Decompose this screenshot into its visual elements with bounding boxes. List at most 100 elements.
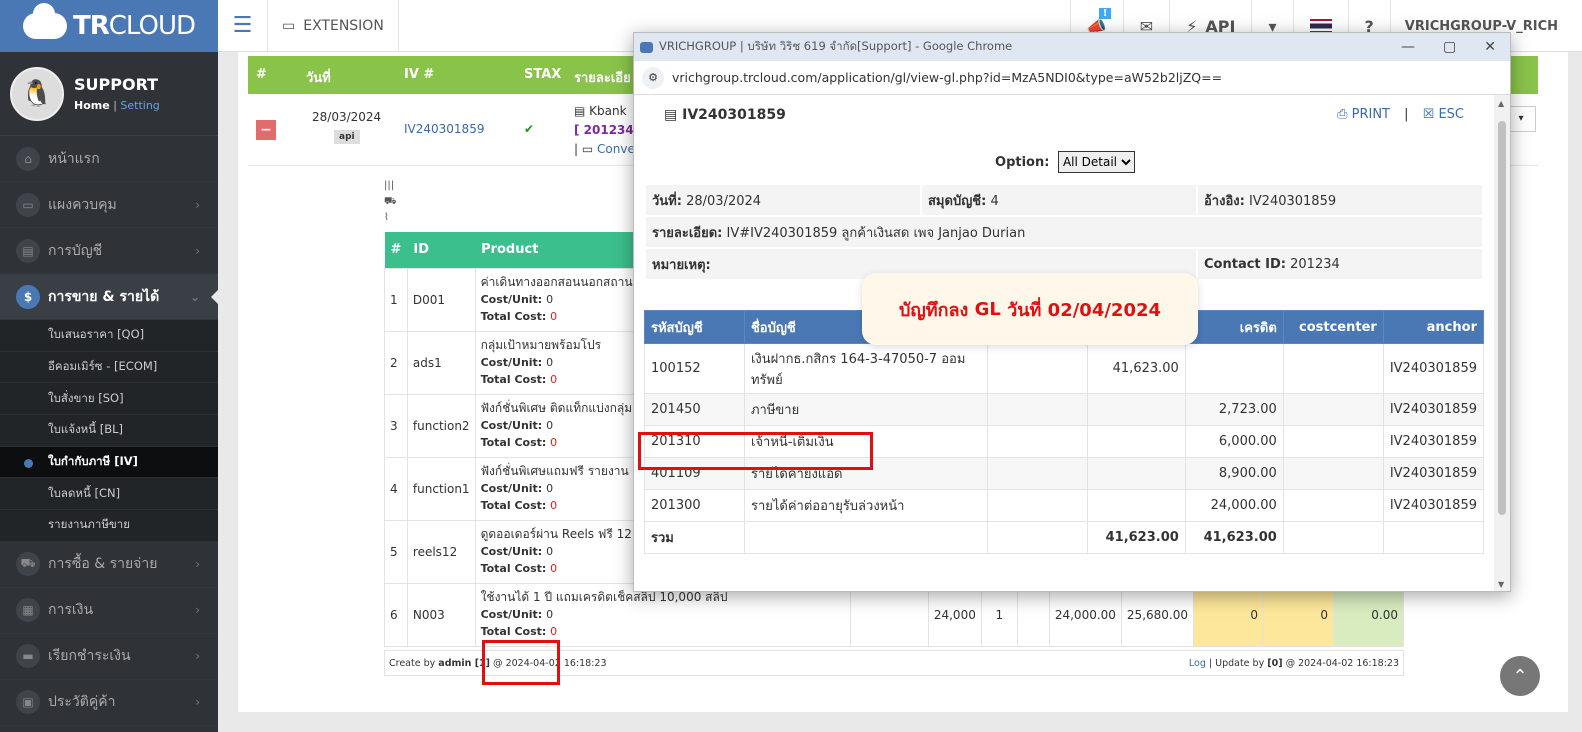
- sidebar-item-label: การซื้อ & รายจ่าย: [48, 556, 158, 573]
- gl-debit: [1086, 425, 1186, 458]
- callout-gl: GL: [974, 298, 1001, 320]
- api-badge: api: [334, 130, 360, 144]
- scroll-thumb[interactable]: [1498, 121, 1506, 515]
- sidebar-item-sales[interactable]: $ การขาย & รายได้ ⌄: [0, 274, 218, 320]
- th-anchor: anchor: [1382, 310, 1485, 344]
- profile-panel: 🐧 SUPPORT Home | Setting: [0, 52, 218, 136]
- submenu-item-bl[interactable]: ใบแจ้งหนี้ [BL]: [0, 415, 218, 447]
- scroll-down-icon[interactable]: ▼: [1498, 580, 1504, 589]
- scroll-up-icon[interactable]: ▲: [1498, 99, 1504, 108]
- cell-g: 0.00: [1333, 582, 1404, 647]
- truck-icon[interactable]: ⛟: [384, 194, 397, 210]
- gl-costcenter: [1282, 457, 1384, 490]
- update-user: [0]: [1267, 657, 1283, 669]
- update-at: @ 2024-04-02 16:18:23: [1285, 657, 1399, 669]
- esc-button[interactable]: ☒ ESC: [1423, 107, 1464, 122]
- app-root: TR CLOUD 🐧 SUPPORT Home | Setting ⌂ หน้าแร…: [0, 0, 1582, 732]
- dollar-icon: $: [16, 284, 40, 309]
- detail-label: รายละเอียด:: [652, 225, 723, 241]
- total-cost-value: 0: [550, 499, 558, 512]
- sidebar-item-accounting[interactable]: ▤ การบัญชี ›: [0, 228, 218, 274]
- barcode-icon[interactable]: |||: [384, 178, 397, 194]
- sidebar-item-partner-history[interactable]: ▣ ประวัติคู่ค้า ›: [0, 680, 218, 726]
- brand-name-bold: TR: [73, 11, 110, 41]
- product-id: D001: [406, 267, 476, 332]
- maximize-icon[interactable]: ▢: [1443, 39, 1456, 55]
- profile-info: SUPPORT Home | Setting: [74, 75, 160, 112]
- total-cost-value: 0: [550, 436, 558, 449]
- close-icon[interactable]: ✕: [1484, 39, 1496, 55]
- gl-cell-blank: [986, 343, 1088, 394]
- col-stax: STAX: [524, 67, 562, 82]
- sidebar-item-home[interactable]: ⌂ หน้าแรก: [0, 136, 218, 182]
- submenu-item-ecom[interactable]: อีคอมเมิร์ซ - [ECOM]: [0, 352, 218, 384]
- popup-scrollbar[interactable]: ▲ ▼: [1494, 95, 1510, 591]
- submenu-item-so[interactable]: ใบสั่งขาย [SO]: [0, 383, 218, 416]
- cell-blank: [1016, 582, 1050, 647]
- gl-debit: 41,623.00: [1086, 343, 1186, 394]
- paperclip-icon[interactable]: ⌇: [384, 210, 397, 226]
- sidebar-item-billing[interactable]: ▬ เรียกชำระเงิน ›: [0, 634, 218, 680]
- popup-titlebar: VRICHGROUP | บริษัท วิริช 619 จำกัด[Supp…: [634, 33, 1510, 61]
- info-date: วันที่: 28/03/2024: [644, 183, 922, 217]
- cell-amount-vat: 25,680.00: [1120, 582, 1195, 647]
- create-time: 16:18:23: [563, 657, 607, 669]
- home-icon: ⌂: [16, 146, 40, 171]
- submenu-item-sales-tax-report[interactable]: รายงานภาษีขาย: [0, 510, 218, 542]
- convert-link[interactable]: Conve: [597, 142, 635, 156]
- cart-icon: ⛟: [16, 552, 40, 577]
- gl-total-label: รวม: [644, 521, 745, 554]
- sidebar-item-purchase[interactable]: ⛟ การซื้อ & รายจ่าย ›: [0, 542, 218, 588]
- create-prefix: Create by: [389, 657, 436, 669]
- th-account-code: รหัสบัญชี: [644, 310, 745, 344]
- close-box-icon: ☒: [1422, 107, 1439, 122]
- brand-logo[interactable]: TR CLOUD: [0, 0, 218, 52]
- th-credit: เครดิต: [1184, 310, 1284, 344]
- avatar[interactable]: 🐧: [10, 66, 64, 121]
- row-iv-link[interactable]: IV240301859: [404, 122, 484, 136]
- popup-url[interactable]: vrichgroup.trcloud.com/application/gl/vi…: [672, 70, 1222, 85]
- gl-anchor: IV240301859: [1382, 343, 1485, 394]
- minimize-icon[interactable]: —: [1401, 39, 1415, 55]
- contact-value: 201234: [1290, 256, 1340, 272]
- notification-badge: !: [1098, 8, 1112, 19]
- log-link[interactable]: Log: [1189, 658, 1206, 669]
- submenu-item-iv[interactable]: ใบกำกับภาษี [IV]: [0, 446, 218, 479]
- ref-label: อ้างอิง:: [1204, 193, 1245, 209]
- site-info-icon[interactable]: ⚙: [642, 66, 664, 89]
- col-date: วันที่: [306, 71, 331, 86]
- gl-total-credit: 41,623.00: [1184, 521, 1284, 554]
- info-contact: Contact ID: 201234: [1196, 247, 1484, 281]
- gl-cell-blank: [986, 425, 1088, 458]
- date-value: 28/03/2024: [686, 193, 762, 209]
- sidebar-item-finance[interactable]: ▦ การเงิน ›: [0, 588, 218, 634]
- highlight-box-create-date: [482, 640, 560, 685]
- gl-credit: 8,900.00: [1184, 457, 1284, 490]
- submenu-item-qo[interactable]: ใบเสนอราคา [QO]: [0, 320, 218, 352]
- date-label: วันที่:: [652, 193, 682, 209]
- gl-cell-blank: [986, 393, 1088, 426]
- collapse-button[interactable]: −: [256, 120, 276, 140]
- gl-debit: [1086, 489, 1186, 522]
- sidebar-item-label: เรียกชำระเงิน: [48, 648, 131, 665]
- hamburger-icon[interactable]: ☰: [218, 0, 268, 52]
- gl-info-table: วันที่: 28/03/2024 สมุดบัญชี: 4 อ้างอิง:…: [644, 183, 1484, 281]
- print-button[interactable]: ⎙ PRINT: [1337, 107, 1390, 122]
- row-number: 3: [384, 393, 408, 458]
- sidebar-item-dashboard[interactable]: ▭ แผงควบคุม ›: [0, 182, 218, 228]
- option-select[interactable]: All Detail: [1057, 151, 1135, 173]
- ref-value: IV240301859: [1248, 193, 1337, 209]
- gl-popup-window: VRICHGROUP | บริษัท วิริช 619 จำกัด[Supp…: [633, 32, 1511, 592]
- extension-button[interactable]: ▭ EXTENSION: [268, 0, 399, 52]
- setting-link[interactable]: Setting: [120, 99, 159, 112]
- gl-costcenter: [1282, 343, 1384, 394]
- gl-date-callout: บัญทึกลง GL วันที่ 02/04/2024: [862, 273, 1198, 345]
- gl-total-debit: 41,623.00: [1086, 521, 1186, 554]
- doc-id: ▤ IV240301859: [664, 107, 786, 123]
- esc-label: ESC: [1438, 107, 1464, 122]
- home-link[interactable]: Home: [74, 99, 110, 112]
- submenu-item-cn[interactable]: ใบลดหนี้ [CN]: [0, 478, 218, 511]
- total-cost-value: 0: [550, 625, 558, 638]
- scroll-top-button[interactable]: ⌃: [1500, 656, 1540, 696]
- cell-qty: 24,000: [927, 582, 982, 647]
